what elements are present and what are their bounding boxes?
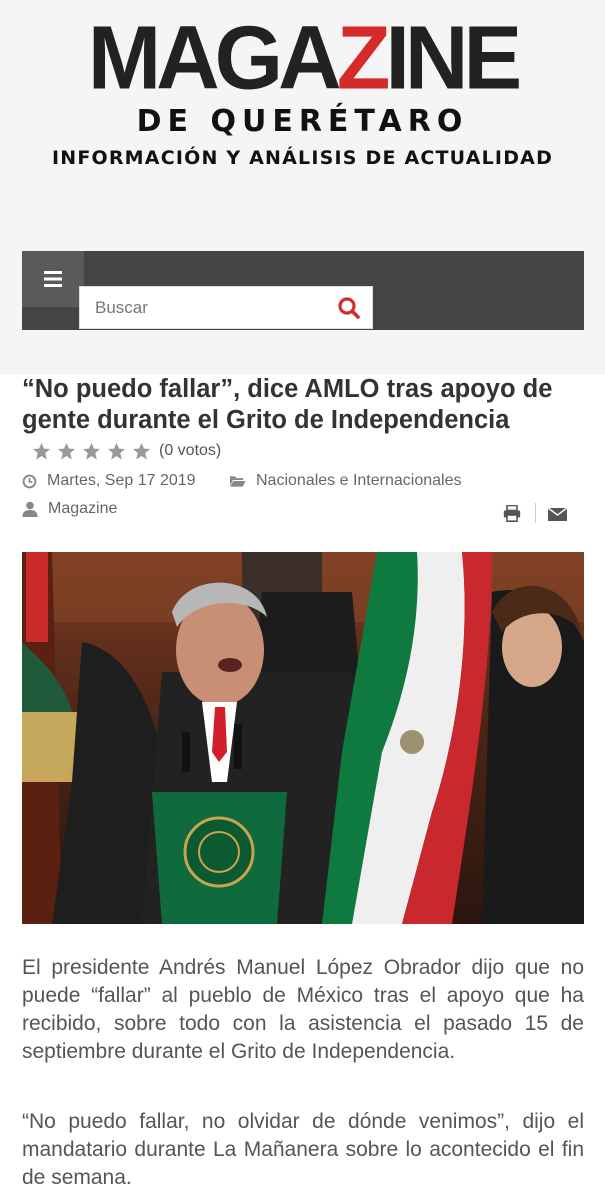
user-icon xyxy=(22,501,38,517)
date-label: Martes, Sep 17 2019 xyxy=(47,472,196,489)
search-icon[interactable] xyxy=(336,295,362,321)
article-paragraph: “No puedo fallar, no olvidar de dónde ve… xyxy=(22,1110,584,1189)
envelope-icon[interactable] xyxy=(548,506,567,521)
tools-divider xyxy=(535,503,536,523)
article-tools xyxy=(503,500,583,526)
votes-count: (0 votos) xyxy=(159,442,222,459)
article-photo xyxy=(22,552,584,924)
search-input[interactable] xyxy=(80,287,330,328)
logo-subtitle: DE QUERÉTARO xyxy=(136,104,469,139)
hamburger-icon xyxy=(44,271,62,287)
logo-wordmark: MAGAZINE xyxy=(87,7,522,108)
article-category[interactable]: Nacionales e Internacionales xyxy=(229,472,461,490)
star-icon[interactable] xyxy=(82,442,101,461)
article-paragraph: El presidente Andrés Manuel López Obrado… xyxy=(22,956,584,1063)
category-link[interactable]: Nacionales e Internacionales xyxy=(256,472,461,490)
star-icon[interactable] xyxy=(132,442,151,461)
star-icon[interactable] xyxy=(32,442,51,461)
folder-icon xyxy=(229,476,246,487)
site-header: MAGAZINE DE QUERÉTARO INFORMACIÓN Y ANÁL… xyxy=(0,0,605,374)
search-box xyxy=(79,286,373,329)
star-rating: (0 votos) xyxy=(32,440,221,462)
menu-button[interactable] xyxy=(22,251,84,307)
author-label: Magazine xyxy=(48,500,118,517)
main-navbar xyxy=(22,251,584,330)
clock-icon xyxy=(22,474,37,488)
site-logo[interactable]: MAGAZINE DE QUERÉTARO INFORMACIÓN Y ANÁL… xyxy=(0,0,605,190)
article-title: “No puedo fallar”, dice AMLO tras apoyo … xyxy=(22,375,553,434)
logo-tagline: INFORMACIÓN Y ANÁLISIS DE ACTUALIDAD xyxy=(51,147,554,169)
article-date: Martes, Sep 17 2019 xyxy=(22,472,196,490)
star-icon[interactable] xyxy=(57,442,76,461)
article-author: Magazine xyxy=(22,500,117,518)
star-icon[interactable] xyxy=(107,442,126,461)
print-icon[interactable] xyxy=(503,504,521,522)
